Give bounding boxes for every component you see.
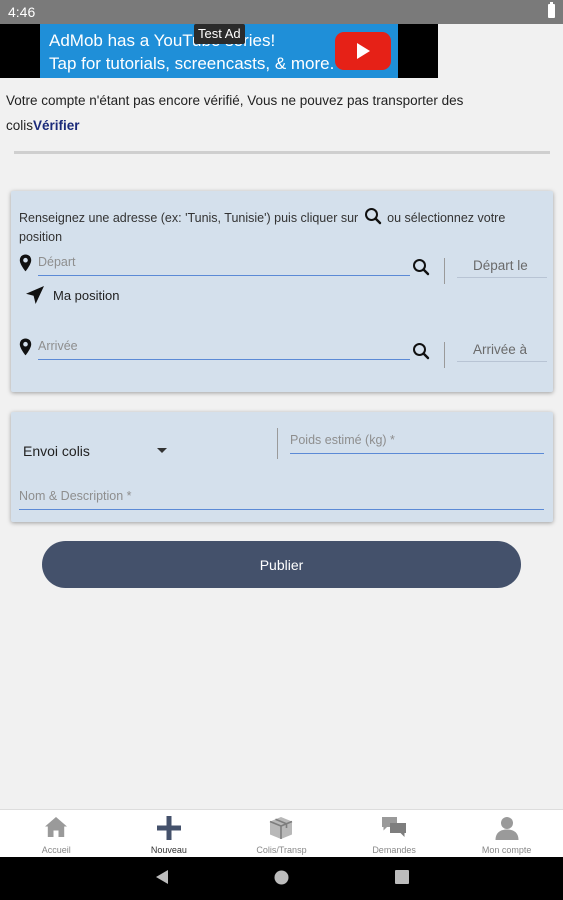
hint-text-start: Renseignez une adresse (ex: 'Tunis, Tuni… — [19, 211, 359, 225]
divider — [14, 151, 550, 154]
description-input-underline — [19, 509, 544, 510]
arrival-input-underline — [38, 359, 410, 360]
home-circle-icon[interactable] — [274, 870, 289, 890]
nav-label-parcels: Colis/Transp — [256, 845, 307, 855]
system-navigation-bar — [0, 857, 563, 900]
my-position-button[interactable]: Ma position — [53, 288, 119, 303]
arrival-time-field[interactable]: Arrivée à — [473, 342, 527, 357]
nav-label-requests: Demandes — [372, 845, 416, 855]
battery-icon — [548, 2, 555, 18]
arrival-search-icon[interactable] — [412, 342, 430, 365]
address-card: Renseignez une adresse (ex: 'Tunis, Tuni… — [11, 191, 553, 392]
status-time: 4:46 — [8, 4, 36, 20]
nav-label-home: Accueil — [41, 845, 71, 855]
navigation-arrow-icon[interactable] — [25, 285, 45, 310]
nav-item-account[interactable]: Mon compte — [450, 810, 563, 857]
nav-item-requests[interactable]: Demandes — [338, 810, 451, 857]
youtube-play-icon[interactable] — [335, 32, 391, 70]
arrival-separator — [444, 342, 445, 368]
plus-icon — [156, 816, 181, 840]
departure-pin-icon — [19, 254, 32, 277]
home-icon — [45, 817, 68, 837]
weight-input[interactable]: Poids estimé (kg) * — [290, 433, 395, 447]
status-bar: 4:46 — [0, 0, 563, 24]
departure-input[interactable]: Départ — [38, 255, 76, 269]
verify-link[interactable]: Vérifier — [33, 118, 80, 133]
back-icon[interactable] — [155, 869, 169, 890]
weight-input-underline — [290, 453, 544, 454]
departure-input-underline — [38, 275, 410, 276]
chevron-down-icon[interactable] — [157, 448, 167, 453]
parcel-type-select[interactable]: Envoi colis — [23, 443, 90, 459]
nav-item-home[interactable]: Accueil — [0, 810, 113, 857]
arrival-pin-icon — [19, 338, 32, 361]
arrival-input[interactable]: Arrivée — [38, 339, 78, 353]
search-icon — [364, 207, 382, 229]
ad-subtitle: Tap for tutorials, screencasts, & more. — [49, 54, 335, 73]
account-icon — [495, 817, 519, 840]
parcel-card: Envoi colis Poids estimé (kg) * Nom & De… — [11, 412, 553, 522]
departure-search-icon[interactable] — [412, 258, 430, 281]
description-input[interactable]: Nom & Description * — [19, 489, 132, 503]
address-hint: Renseignez une adresse (ex: 'Tunis, Tuni… — [19, 207, 544, 245]
nav-item-parcels[interactable]: Colis/Transp — [225, 810, 338, 857]
nav-label-account: Mon compte — [481, 845, 532, 855]
recents-icon[interactable] — [395, 870, 409, 889]
departure-separator — [444, 258, 445, 284]
arrival-time-underline — [457, 361, 547, 362]
departure-time-field[interactable]: Départ le — [473, 258, 528, 273]
package-icon — [270, 817, 293, 839]
nav-label-new: Nouveau — [150, 845, 187, 855]
test-ad-badge: Test Ad — [194, 24, 245, 44]
parcel-separator — [277, 428, 278, 459]
bottom-navigation: Accueil Nouveau Colis/Transp Demandes Mo… — [0, 809, 563, 857]
verification-warning: Votre compte n'étant pas encore vérifié,… — [6, 88, 526, 138]
publish-button[interactable]: Publier — [42, 541, 521, 588]
departure-time-underline — [457, 277, 547, 278]
chat-icon — [382, 817, 407, 837]
nav-item-new[interactable]: Nouveau — [113, 810, 226, 857]
